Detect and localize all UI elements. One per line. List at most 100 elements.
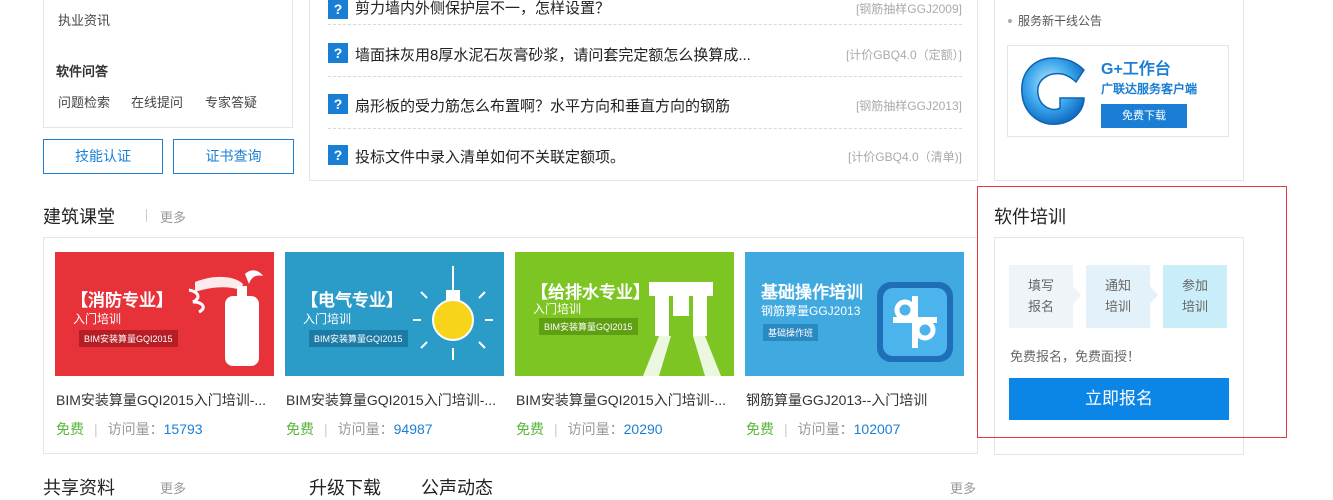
link-question-search[interactable]: 问题检索	[58, 92, 110, 111]
thumb-subtitle: 钢筋算量GGJ2013	[761, 304, 861, 318]
free-label: 免费	[56, 421, 84, 437]
free-label: 免费	[286, 421, 314, 437]
meta-separator: |	[324, 421, 328, 437]
qa-row[interactable]: ? 剪力墙内外侧保护层不一，怎样设置？ [钢筋抽样GGJ2009]	[328, 0, 962, 25]
link-expert-answer[interactable]: 专家答疑	[205, 92, 257, 111]
course-thumbnail[interactable]: 【消防专业】 入门培训 BIM安装算量GQI2015	[55, 252, 274, 376]
course-title[interactable]: 钢筋算量GGJ2013--入门培训	[746, 390, 965, 410]
question-icon: ?	[328, 43, 348, 63]
step-line: 填写	[1027, 278, 1054, 293]
arrow-right-icon	[1073, 286, 1081, 304]
qa-tag[interactable]: [钢筋抽样GGJ2009]	[856, 0, 962, 17]
course-card-electric[interactable]: 【电气专业】 入门培训 BIM安装算量GQI2015 BIM安装算量GQI201…	[285, 252, 504, 437]
visits-label: 访问量：	[567, 421, 624, 437]
announcement-tab[interactable]: 公声动态	[421, 474, 493, 500]
thumb-title: 【消防专业】	[71, 291, 173, 310]
rebar-logo-icon	[877, 282, 953, 362]
thumb-subtitle: 入门培训	[73, 312, 122, 326]
course-title[interactable]: BIM安装算量GQI2015入门培训-...	[56, 390, 275, 410]
visits-count: 102007	[853, 421, 901, 437]
title-divider	[146, 209, 147, 222]
thumb-tag: BIM安装算量GQI2015	[309, 330, 408, 347]
step-line: 培训	[1104, 299, 1131, 314]
course-meta: 免费 | 访问量：20290	[516, 419, 663, 439]
gplus-banner[interactable]: G+工作台 广联达服务客户端 免费下载	[1007, 45, 1229, 137]
qa-tag[interactable]: [钢筋抽样GGJ2013]	[856, 97, 962, 114]
software-qa-heading: 软件问答	[56, 64, 109, 79]
qa-row[interactable]: ? 投标文件中录入清单如何不关联定额项。 [计价GBQ4.0（清单)]	[328, 130, 962, 180]
free-label: 免费	[516, 421, 544, 437]
question-icon: ?	[328, 0, 348, 19]
course-title[interactable]: BIM安装算量GQI2015入门培训-...	[516, 390, 735, 410]
qa-question[interactable]: 投标文件中录入清单如何不关联定额项。	[355, 146, 625, 167]
arrow-right-icon	[1150, 286, 1158, 304]
thumb-tag: BIM安装算量GQI2015	[79, 330, 178, 347]
visits-count: 15793	[163, 421, 203, 437]
course-card-rebar[interactable]: 基础操作培训 钢筋算量GGJ2013 基础操作班 钢筋算量GGJ2013--入门…	[745, 252, 964, 437]
link-online-ask[interactable]: 在线提问	[131, 92, 183, 111]
visits-label: 访问量：	[107, 421, 164, 437]
training-note: 免费报名，免费面授！	[1010, 349, 1141, 364]
qa-question[interactable]: 扇形板的受力筋怎么布置啊？水平方向和垂直方向的钢筋	[355, 95, 730, 116]
qa-question[interactable]: 墙面抹灰用8厚水泥石灰膏砂浆，请问套完定额怎么换算成...	[355, 44, 751, 65]
course-thumbnail[interactable]: 【电气专业】 入门培训 BIM安装算量GQI2015	[285, 252, 504, 376]
skill-cert-button[interactable]: 技能认证	[43, 139, 163, 174]
banner-title: G+工作台	[1101, 61, 1171, 78]
shared-more-link[interactable]: 更多	[160, 478, 186, 497]
step-attend: 参加 培训	[1163, 265, 1227, 328]
free-label: 免费	[746, 421, 774, 437]
course-meta: 免费 | 访问量：102007	[746, 419, 900, 439]
question-icon: ?	[328, 94, 348, 114]
thumb-tag: BIM安装算量GQI2015	[539, 318, 638, 335]
bullet-icon	[1008, 19, 1012, 23]
thumb-title: 【电气专业】	[301, 291, 403, 310]
nav-item-practice-news[interactable]: 执业资讯	[58, 10, 110, 29]
meta-separator: |	[784, 421, 788, 437]
light-bulb-icon	[413, 266, 493, 360]
course-thumbnail[interactable]: 基础操作培训 钢筋算量GGJ2013 基础操作班	[745, 252, 964, 376]
upgrade-download-tab[interactable]: 升级下载	[309, 474, 381, 500]
course-section-title: 建筑课堂	[43, 207, 115, 227]
pipe-icon	[643, 282, 721, 376]
course-card-plumbing[interactable]: 【给排水专业】 入门培训 BIM安装算量GQI2015 BIM安装算量GQI20…	[515, 252, 734, 437]
course-thumbnail[interactable]: 【给排水专业】 入门培训 BIM安装算量GQI2015	[515, 252, 734, 376]
course-title[interactable]: BIM安装算量GQI2015入门培训-...	[286, 390, 505, 410]
gplus-logo-icon	[1021, 57, 1085, 125]
course-meta: 免费 | 访问量：15793	[56, 419, 203, 439]
question-icon: ?	[328, 145, 348, 165]
course-card-fire[interactable]: 【消防专业】 入门培训 BIM安装算量GQI2015 BIM安装算量GQI201…	[55, 252, 274, 437]
meta-separator: |	[554, 421, 558, 437]
service-notice-title[interactable]: 服务新干线公告	[1018, 12, 1102, 29]
qa-row[interactable]: ? 扇形板的受力筋怎么布置啊？水平方向和垂直方向的钢筋 [钢筋抽样GGJ2013…	[328, 79, 962, 129]
download-more-link[interactable]: 更多	[950, 478, 976, 497]
step-fill-signup: 填写 报名	[1009, 265, 1073, 328]
step-notify: 通知 培训	[1086, 265, 1150, 328]
step-line: 培训	[1181, 299, 1208, 314]
step-line: 报名	[1027, 299, 1054, 314]
training-title: 软件培训	[994, 207, 1066, 227]
visits-count: 20290	[623, 421, 663, 437]
qa-question[interactable]: 剪力墙内外侧保护层不一，怎样设置？	[355, 0, 610, 18]
thumb-title: 基础操作培训	[761, 283, 863, 302]
step-line: 通知	[1104, 278, 1131, 293]
visits-label: 访问量：	[337, 421, 394, 437]
course-more-link[interactable]: 更多	[160, 207, 186, 226]
banner-subtitle: 广联达服务客户端	[1101, 82, 1198, 96]
fire-extinguisher-icon	[188, 270, 263, 366]
qa-tag[interactable]: [计价GBQ4.0（清单)]	[848, 148, 962, 165]
shared-materials-title: 共享资料	[43, 478, 115, 498]
thumb-tag: 基础操作班	[763, 324, 819, 341]
qa-row[interactable]: ? 墙面抹灰用8厚水泥石灰膏砂浆，请问套完定额怎么换算成... [计价GBQ4.…	[328, 27, 962, 77]
course-meta: 免费 | 访问量：94987	[286, 419, 433, 439]
visits-label: 访问量：	[797, 421, 854, 437]
register-now-button[interactable]: 立即报名	[1009, 378, 1229, 420]
thumb-subtitle: 入门培训	[303, 312, 352, 326]
step-line: 参加	[1181, 278, 1208, 293]
visits-count: 94987	[393, 421, 433, 437]
qa-tag[interactable]: [计价GBQ4.0（定额）]	[846, 46, 962, 63]
thumb-subtitle: 入门培训	[533, 302, 582, 316]
qa-list-panel: ? 剪力墙内外侧保护层不一，怎样设置？ [钢筋抽样GGJ2009] ? 墙面抹灰…	[309, 0, 978, 181]
meta-separator: |	[94, 421, 98, 437]
cert-query-button[interactable]: 证书查询	[173, 139, 294, 174]
free-download-button[interactable]: 免费下载	[1101, 104, 1187, 128]
